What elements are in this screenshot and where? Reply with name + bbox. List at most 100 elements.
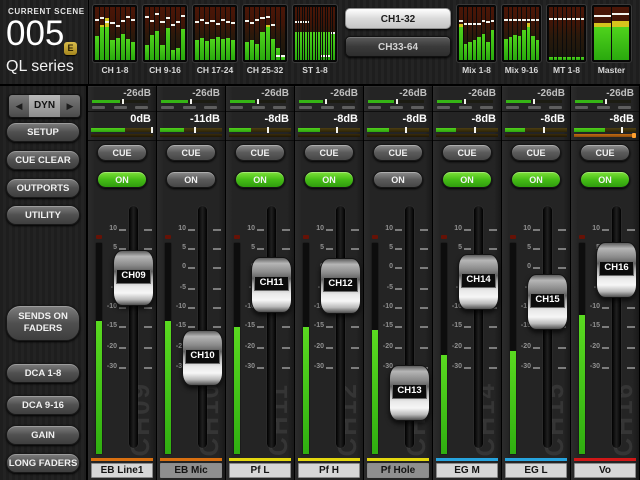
cue-button[interactable]: CUE [97, 144, 147, 161]
on-button[interactable]: ON [373, 171, 423, 188]
dynamics2-section[interactable]: -11dB [157, 112, 225, 141]
channel-name[interactable]: EG L [505, 463, 567, 478]
dynamics1-threshold: -26dB [606, 88, 634, 99]
fader-cap[interactable]: CH13 [389, 365, 430, 421]
on-button[interactable]: ON [580, 171, 630, 188]
meter-block-ch-25-32[interactable]: CH 25-32 [242, 4, 288, 75]
fader-scale-tick [213, 248, 221, 250]
meter-block-label: MT 1-8 [546, 65, 587, 75]
prev-mode-arrow-icon[interactable]: ◀ [9, 95, 29, 117]
channel-name[interactable]: EB Mic [160, 463, 222, 478]
meter-bar [281, 7, 285, 60]
fader-scale-label: -20 [512, 343, 531, 350]
meter-bar [323, 7, 325, 60]
sends-on-faders-button[interactable]: SENDS ON FADERS [6, 305, 80, 341]
meter-block-ch-1-8[interactable]: CH 1-8 [92, 4, 138, 75]
setup-button[interactable]: SETUP [6, 122, 80, 142]
meter-block-ch-17-24[interactable]: CH 17-24 [192, 4, 238, 75]
fader-track[interactable] [129, 206, 138, 448]
meter-bar [300, 7, 302, 60]
dynamics1-section[interactable]: -26dB [295, 86, 363, 112]
fader-cap-label: CH13 [392, 384, 427, 399]
fader-cap[interactable]: CH16 [596, 242, 637, 298]
dynamics2-section[interactable]: -8dB [226, 112, 294, 141]
cue-button[interactable]: CUE [373, 144, 423, 161]
meter-bar [331, 7, 333, 60]
dynamics1-section[interactable]: -26dB [571, 86, 639, 112]
channel-strip-ch12: -26dB-8dBCUEONCH121050-5-10-15-20-30CH12… [295, 86, 364, 480]
clip-indicator [303, 235, 309, 239]
next-mode-arrow-icon[interactable]: ▶ [60, 95, 80, 117]
bank-button-ch1-32[interactable]: CH1-32 [345, 8, 451, 29]
on-button[interactable]: ON [97, 171, 147, 188]
dynamics2-section[interactable]: -8dB [364, 112, 432, 141]
gain-button[interactable]: GAIN [6, 425, 80, 445]
meter-block-mt-1-8[interactable]: MT 1-8 [546, 4, 587, 75]
channel-name[interactable]: EG M [436, 463, 498, 478]
channel-name[interactable]: Pf H [298, 463, 360, 478]
dca-1-8-button[interactable]: DCA 1-8 [6, 363, 80, 383]
cue-button[interactable]: CUE [235, 144, 285, 161]
dynamics1-section[interactable]: -26dB [502, 86, 570, 112]
meter-block-ch-9-16[interactable]: CH 9-16 [142, 4, 188, 75]
utility-button[interactable]: UTILITY [6, 205, 80, 225]
dynamics1-section[interactable]: -26dB [364, 86, 432, 112]
meter-bar [581, 7, 585, 60]
dynamics2-section[interactable]: -8dB [433, 112, 501, 141]
dca-9-16-button[interactable]: DCA 9-16 [6, 395, 80, 415]
fader-track[interactable] [336, 206, 345, 448]
on-button[interactable]: ON [511, 171, 561, 188]
fader-scale-label: 5 [236, 244, 255, 251]
meter-block-mix-9-16[interactable]: Mix 9-16 [501, 4, 542, 75]
dynamics2-threshold: 0dB [130, 113, 151, 125]
dynamics1-threshold: -26dB [123, 88, 151, 99]
fader-track[interactable] [198, 206, 207, 448]
encoder-mode-label[interactable]: DYN [29, 95, 60, 117]
channel-name[interactable]: EB Line1 [91, 463, 153, 478]
dynamics1-section[interactable]: -26dB [433, 86, 501, 112]
fader-cap[interactable]: CH10 [182, 330, 223, 386]
scene-panel[interactable]: CURRENT SCENE 005 E QL series [0, 0, 89, 84]
dynamics1-section[interactable]: -26dB [226, 86, 294, 112]
dynamics2-section[interactable]: 0dB [88, 112, 156, 141]
cue-button[interactable]: CUE [166, 144, 216, 161]
channel-name[interactable]: Vo [574, 463, 636, 478]
cue-button[interactable]: CUE [511, 144, 561, 161]
fader-track[interactable] [474, 206, 483, 448]
fader-cap[interactable]: CH12 [320, 258, 361, 314]
meter-block-mix-1-8[interactable]: Mix 1-8 [456, 4, 497, 75]
fader-cap[interactable]: CH11 [251, 257, 292, 313]
gr-segment [528, 106, 541, 109]
channel-name[interactable]: Pf Hole [367, 463, 429, 478]
dynamics2-section[interactable]: -8dB [295, 112, 363, 141]
cue-button[interactable]: CUE [304, 144, 354, 161]
on-button[interactable]: ON [235, 171, 285, 188]
meter-block-st-1-8[interactable]: ST 1-8 [292, 4, 338, 75]
on-button[interactable]: ON [442, 171, 492, 188]
fader-cap[interactable]: CH09 [113, 250, 154, 306]
fader-scale-tick [257, 229, 264, 231]
fader-cap[interactable]: CH14 [458, 254, 499, 310]
level-meter [242, 4, 288, 63]
outports-button[interactable]: OUTPORTS [6, 178, 80, 198]
fader-track[interactable] [267, 206, 276, 448]
dynamics2-section[interactable]: -8dB [571, 112, 639, 141]
on-button[interactable]: ON [166, 171, 216, 188]
dynamics1-section[interactable]: -26dB [88, 86, 156, 112]
fader-cap[interactable]: CH15 [527, 274, 568, 330]
dynamics1-section[interactable]: -26dB [157, 86, 225, 112]
cue-button[interactable]: CUE [442, 144, 492, 161]
meter-block-master[interactable]: Master [591, 4, 632, 75]
cue-button[interactable]: CUE [580, 144, 630, 161]
encoder-mode-selector: ◀ DYN ▶ [8, 94, 81, 118]
meter-bar [333, 7, 335, 60]
on-button[interactable]: ON [304, 171, 354, 188]
channel-name[interactable]: Pf L [229, 463, 291, 478]
cue-clear-button[interactable]: CUE CLEAR [6, 150, 80, 170]
long-faders-button[interactable]: LONG FADERS [6, 453, 80, 473]
clip-indicator [234, 235, 240, 239]
dynamics2-meter [160, 128, 222, 132]
bank-button-ch33-64[interactable]: CH33-64 [345, 36, 451, 57]
dynamics2-section[interactable]: -8dB [502, 112, 570, 141]
fader-scale-tick [489, 248, 497, 250]
